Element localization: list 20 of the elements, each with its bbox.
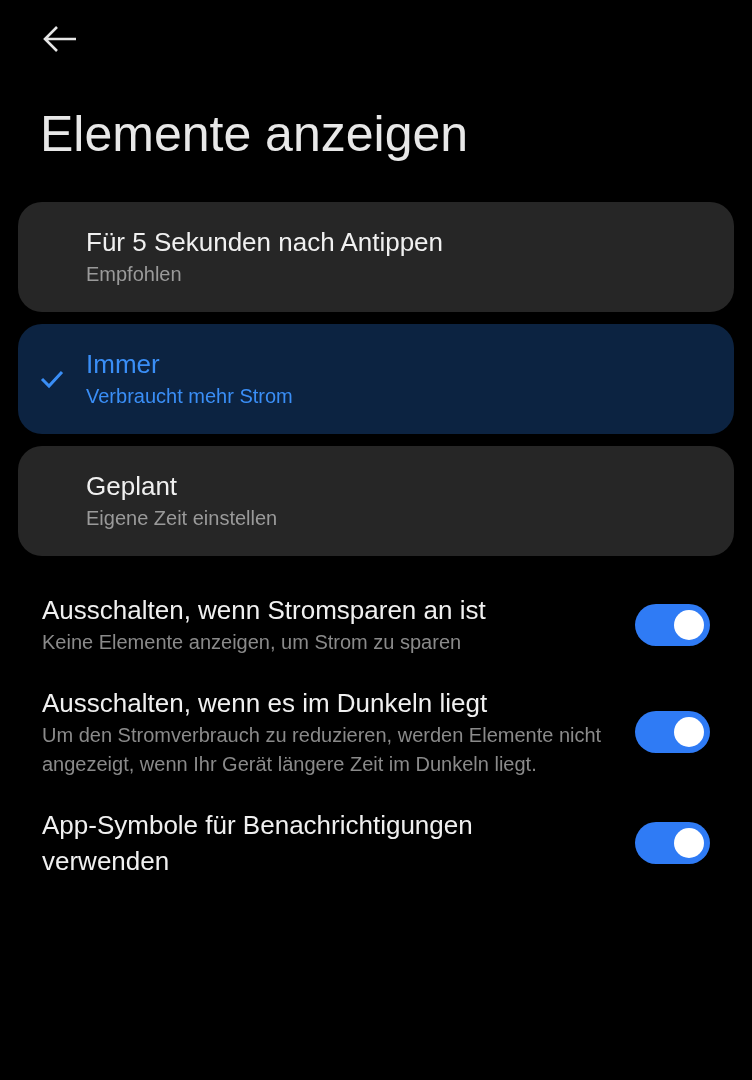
page-title: Elemente anzeigen [39, 105, 469, 164]
setting-title: Ausschalten, wenn Stromsparen an ist [42, 594, 487, 627]
setting-description: Keine Elemente anzeigen, um Strom zu sparen [42, 630, 463, 655]
toggle-switch[interactable] [635, 603, 710, 646]
option-description: Verbraucht mehr Strom [86, 384, 293, 409]
option-title: Immer [86, 348, 161, 381]
option-title: Geplant [86, 470, 179, 503]
setting-title: Ausschalten, wenn es im Dunkeln liegt [42, 687, 489, 720]
option-card[interactable]: Immer Verbraucht mehr Strom [18, 324, 734, 434]
setting-title: App-Symbole für Benachrichtigungen verwenden [42, 809, 474, 878]
option-card[interactable]: Für 5 Sekunden nach Antippen Empfohlen [18, 202, 734, 312]
setting-description: Um den Stromverbrauch zu reduzieren, werden Elemente nicht angezeigt, wenn Ihr Gerät längere Zeit im Dunkeln liegt. [42, 723, 603, 777]
option-description: Empfohlen [86, 262, 183, 287]
option-card[interactable]: Geplant Eigene Zeit einstellen [18, 446, 734, 556]
toggle-switch[interactable] [635, 711, 710, 753]
checkmark-icon [40, 369, 64, 389]
option-title: Für 5 Sekunden nach Antippen [86, 226, 444, 259]
back-arrow-icon [42, 24, 78, 54]
toggle-switch[interactable] [635, 822, 710, 864]
option-description: Eigene Zeit einstellen [86, 506, 278, 531]
